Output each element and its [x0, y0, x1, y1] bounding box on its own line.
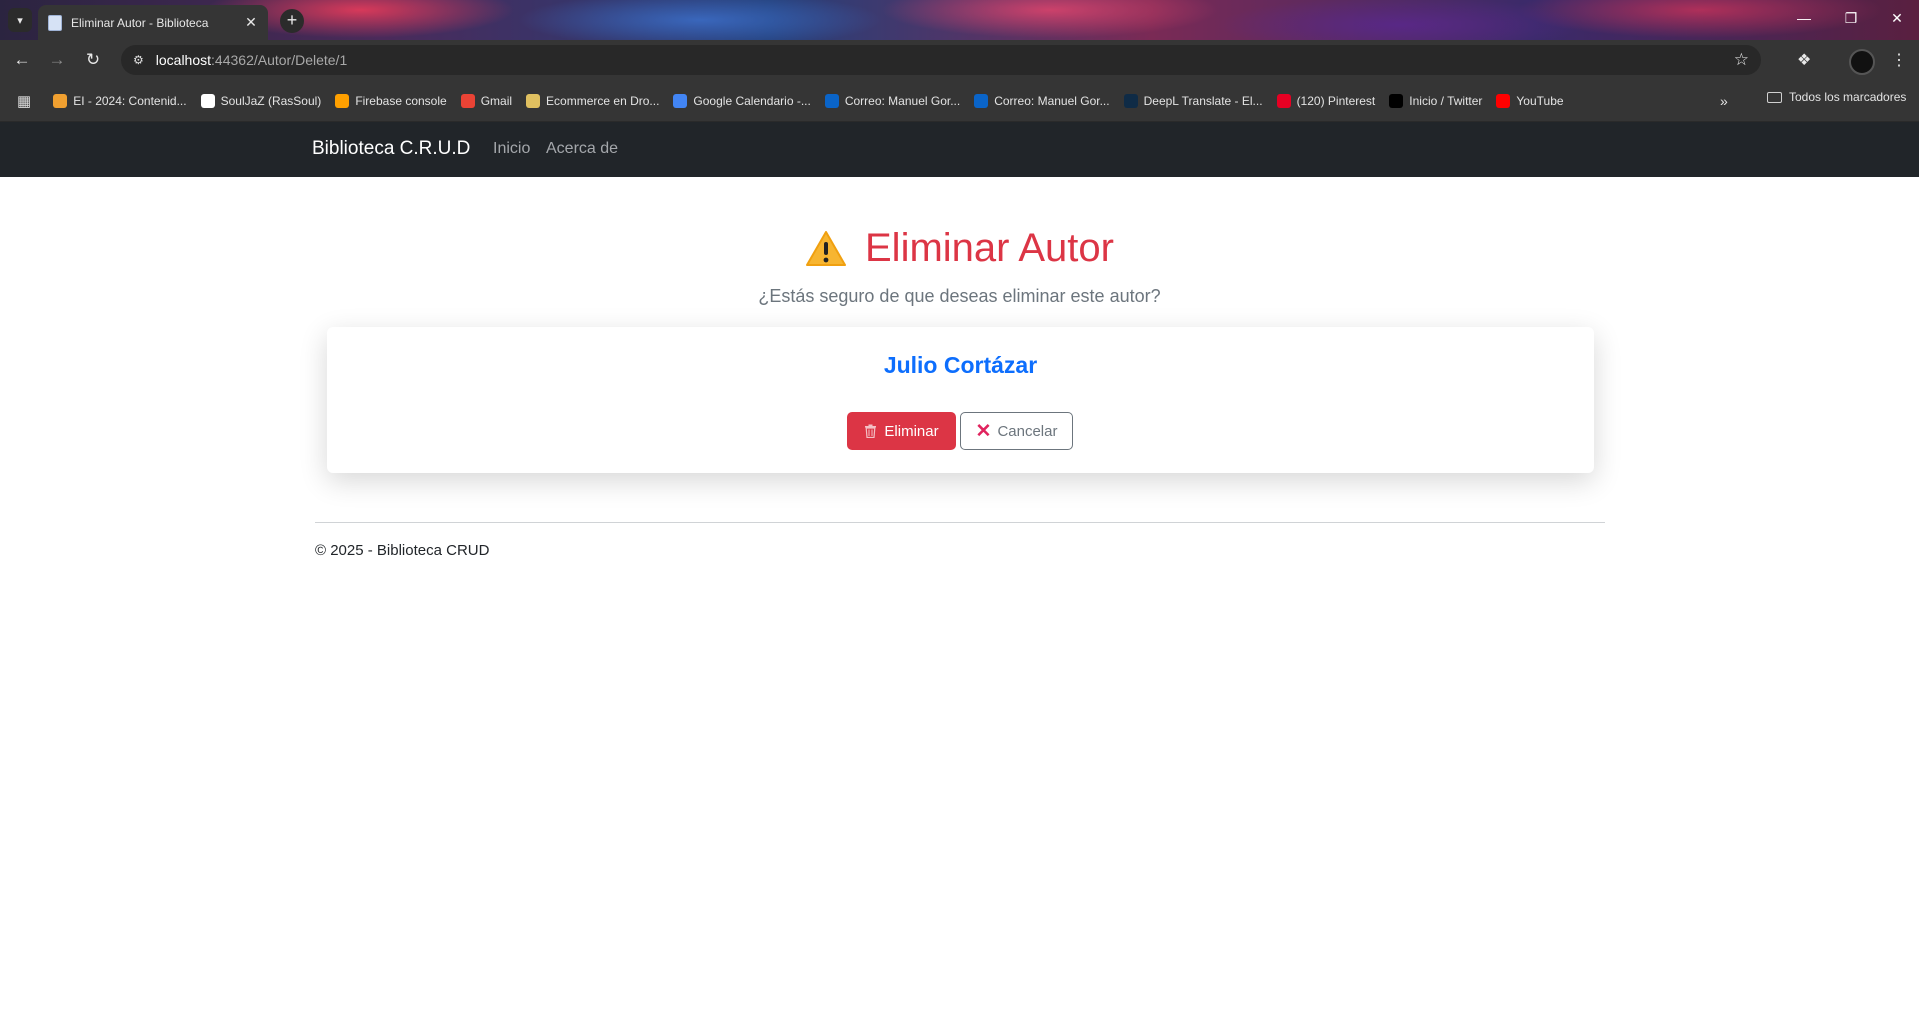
author-card: Julio Cortázar Eliminar ✕ Cancelar: [327, 327, 1594, 473]
site-info-icon[interactable]: ⚙: [133, 53, 144, 67]
bookmark-item[interactable]: Correo: Manuel Gor...: [824, 93, 961, 108]
bookmark-item[interactable]: Gmail: [460, 93, 513, 108]
bookmark-favicon-icon: [824, 93, 839, 108]
bookmark-item[interactable]: (120) Pinterest: [1276, 93, 1376, 108]
url-host: localhost: [155, 52, 212, 68]
delete-button[interactable]: Eliminar: [847, 412, 956, 450]
forward-arrow-icon[interactable]: →: [46, 50, 68, 70]
bookmark-favicon-icon: [1123, 93, 1138, 108]
extensions-puzzle-icon[interactable]: ❖: [1797, 50, 1811, 70]
back-arrow-icon[interactable]: ←: [11, 50, 33, 70]
minimize-icon[interactable]: —: [1794, 10, 1814, 26]
author-name: Julio Cortázar: [883, 352, 1038, 378]
restore-icon[interactable]: ❐: [1841, 10, 1861, 27]
bookmark-label: YouTube: [1516, 93, 1564, 108]
bookmark-label: Firebase console: [355, 93, 447, 108]
bookmark-label: SoulJaZ (RasSoul): [220, 93, 322, 108]
bookmark-favicon-icon: [673, 93, 688, 108]
warning-icon: [805, 230, 847, 268]
bookmark-label: (120) Pinterest: [1296, 93, 1376, 108]
tab-search-chevron-icon[interactable]: ▾: [8, 8, 32, 32]
tab-title: Eliminar Autor - Biblioteca: [71, 15, 209, 30]
page-title: Eliminar Autor: [865, 226, 1114, 270]
bookmark-label: Gmail: [480, 93, 513, 108]
bookmark-item[interactable]: EI - 2024: Contenid...: [53, 93, 187, 108]
footer-text: © 2025 - Biblioteca CRUD: [315, 542, 490, 559]
address-bar[interactable]: ⚙ localhost:44362/Autor/Delete/1 ☆: [121, 45, 1761, 75]
url-path: :44362/Autor/Delete/1: [211, 52, 348, 68]
bookmark-item[interactable]: Ecommerce en Dro...: [526, 93, 660, 108]
profile-avatar[interactable]: [1849, 49, 1875, 75]
page-favicon-icon: [48, 14, 62, 31]
bookmark-item[interactable]: YouTube: [1496, 93, 1564, 108]
window-close-icon[interactable]: ✕: [1887, 10, 1907, 27]
bookmarks-list: EI - 2024: Contenid... SoulJaZ (RasSoul) F…: [53, 93, 1577, 108]
bookmark-favicon-icon: [200, 93, 215, 108]
bookmark-item[interactable]: SoulJaZ (RasSoul): [200, 93, 322, 108]
bookmark-label: Correo: Manuel Gor...: [844, 93, 961, 108]
folder-icon: [1767, 91, 1782, 103]
bookmark-favicon-icon: [1276, 93, 1291, 108]
bookmark-item[interactable]: Google Calendario -...: [673, 93, 811, 108]
bookmark-label: Correo: Manuel Gor...: [994, 93, 1110, 108]
all-bookmarks-label: Todos los marcadores: [1789, 90, 1907, 104]
bookmark-label: Inicio / Twitter: [1409, 93, 1483, 108]
bookmark-label: EI - 2024: Contenid...: [73, 93, 187, 108]
bookmark-label: Google Calendario -...: [693, 93, 811, 108]
bookmark-label: DeepL Translate - El...: [1143, 93, 1263, 108]
bookmark-item[interactable]: Correo: Manuel Gor...: [974, 93, 1110, 108]
bookmark-favicon-icon: [460, 93, 475, 108]
delete-label: Eliminar: [884, 422, 939, 440]
bookmark-favicon-icon: [1496, 93, 1511, 108]
cancel-label: Cancelar: [997, 422, 1058, 440]
more-bookmarks-chevron-icon[interactable]: »: [1720, 93, 1728, 109]
bookmark-item[interactable]: DeepL Translate - El...: [1123, 93, 1263, 108]
page-heading: Eliminar Autor: [0, 226, 1919, 271]
new-tab-plus-icon[interactable]: +: [280, 9, 304, 33]
nav-link-inicio[interactable]: Inicio: [493, 140, 530, 158]
navbar-brand[interactable]: Biblioteca C.R.U.D: [312, 138, 470, 160]
active-tab[interactable]: Eliminar Autor - Biblioteca ✕: [38, 5, 268, 40]
confirmation-subtitle: ¿Estás seguro de que deseas eliminar est…: [758, 286, 1161, 306]
tab-close-icon[interactable]: ✕: [242, 14, 260, 31]
bookmark-favicon-icon: [1389, 93, 1404, 108]
bookmark-item[interactable]: Firebase console: [335, 93, 447, 108]
cancel-button[interactable]: ✕ Cancelar: [960, 412, 1073, 450]
footer-divider: [315, 522, 1605, 523]
all-bookmarks-button[interactable]: Todos los marcadores: [1767, 90, 1906, 104]
apps-grid-icon[interactable]: ▦: [17, 92, 31, 110]
reload-icon[interactable]: ↻: [82, 50, 104, 70]
close-x-icon: ✕: [975, 420, 992, 442]
bookmark-item[interactable]: Inicio / Twitter: [1389, 93, 1483, 108]
bookmark-favicon-icon: [526, 93, 541, 108]
menu-kebab-icon[interactable]: ⋮: [1891, 50, 1907, 70]
browser-toolbar: ← → ↻ ⚙ localhost:44362/Autor/Delete/1 ☆: [0, 40, 1919, 80]
bookmarks-bar: ▦ EI - 2024: Contenid... SoulJaZ (RasSoul…: [0, 80, 1919, 122]
bookmark-star-icon[interactable]: ☆: [1734, 50, 1749, 70]
nav-link-acerca-de[interactable]: Acerca de: [546, 140, 618, 158]
bookmark-favicon-icon: [335, 93, 350, 108]
site-navbar: [0, 122, 1919, 177]
bookmark-favicon-icon: [53, 93, 68, 108]
bookmark-label: Ecommerce en Dro...: [546, 93, 660, 108]
trash-icon: [865, 424, 877, 438]
bookmark-favicon-icon: [974, 93, 989, 108]
